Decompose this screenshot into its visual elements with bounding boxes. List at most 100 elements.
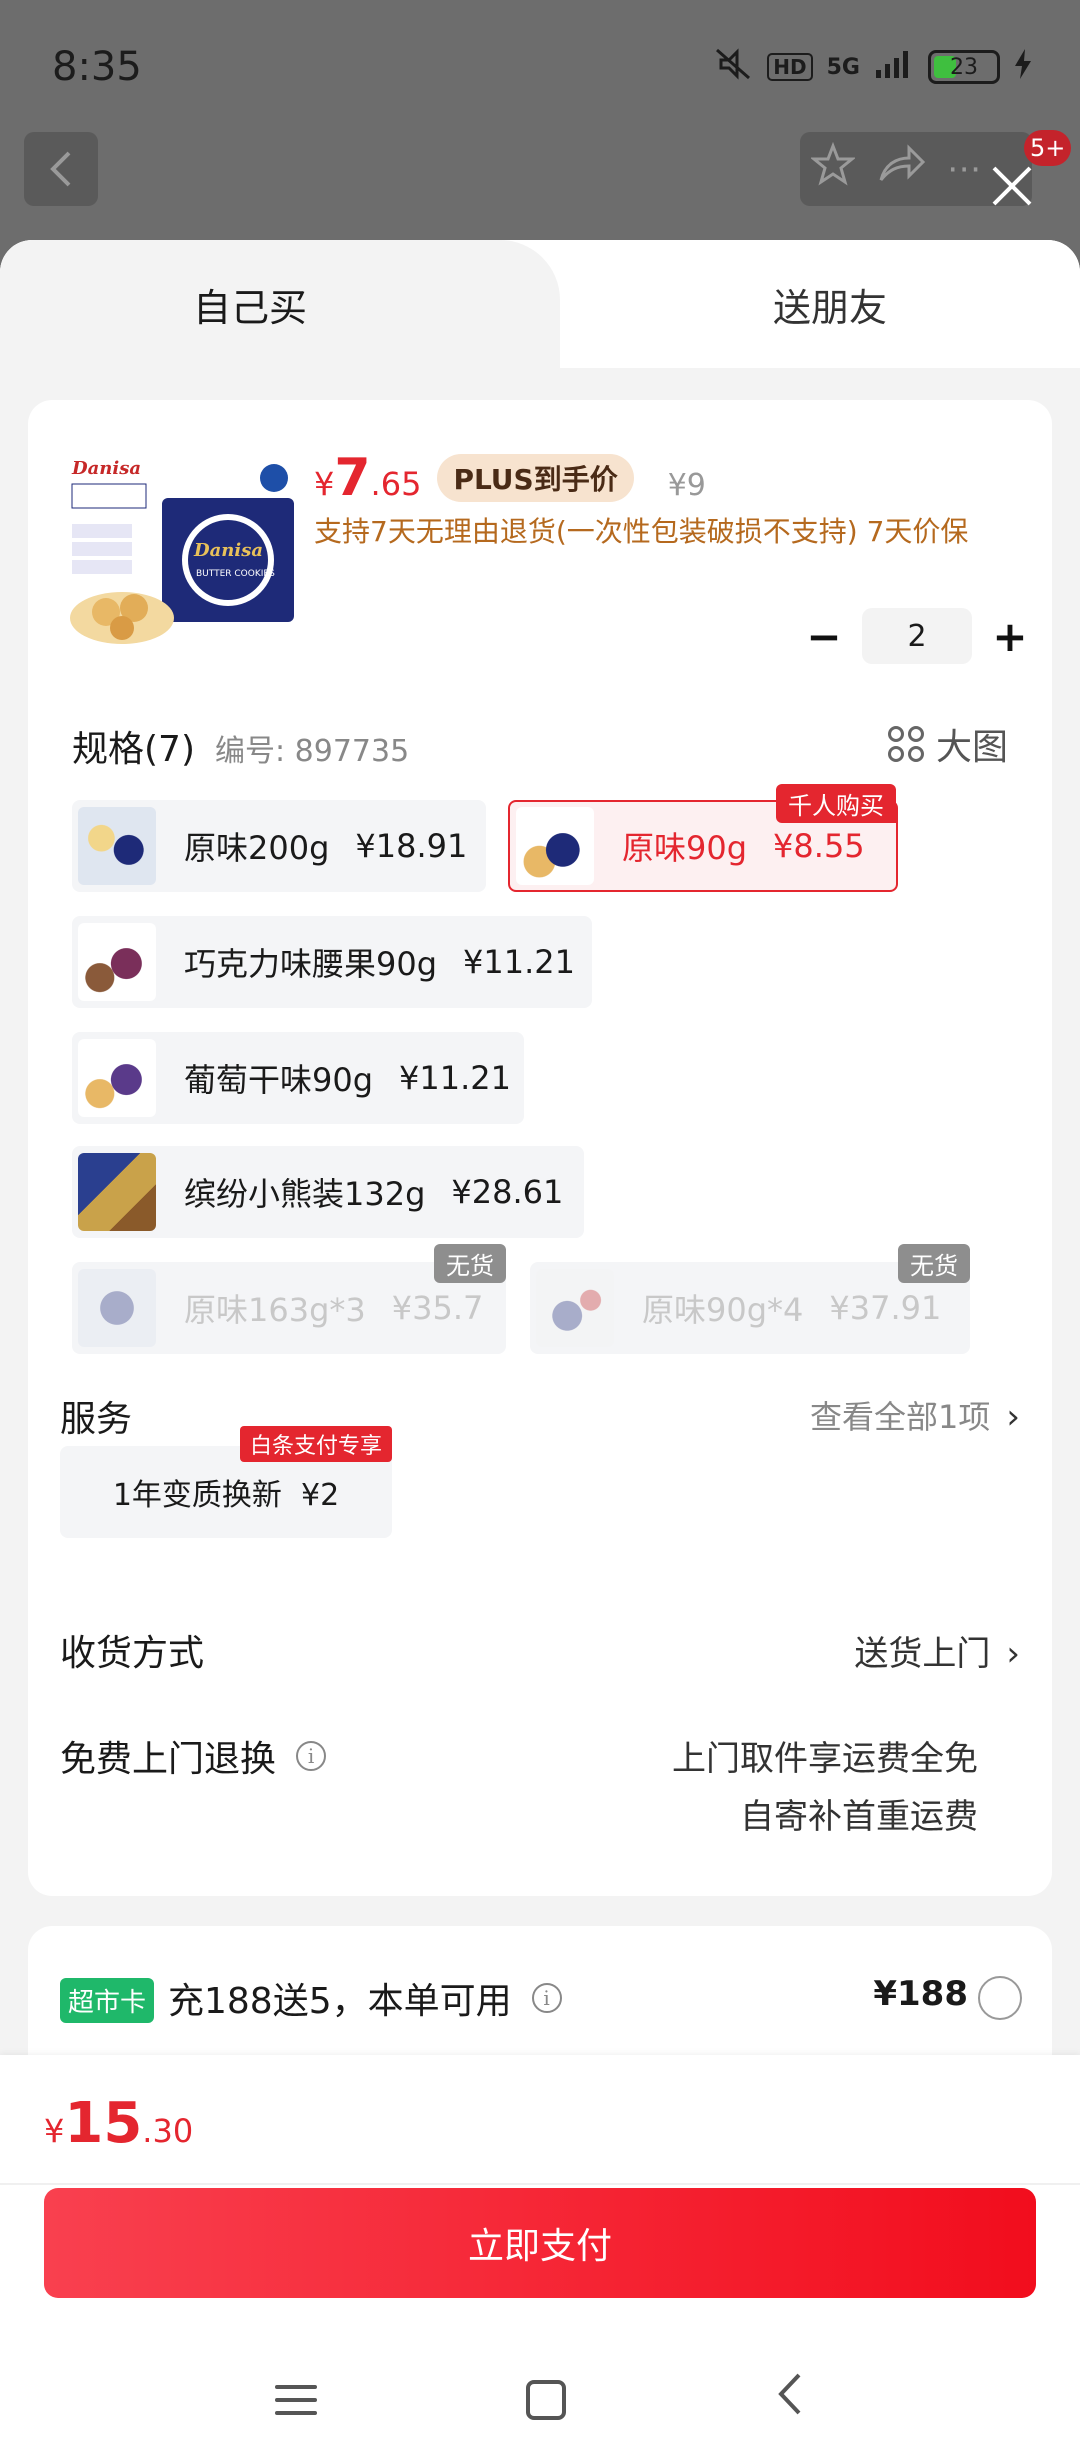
battery-icon: 23	[928, 50, 1000, 84]
decrease-button[interactable]: −	[796, 608, 852, 664]
spec-header: 规格(7) 编号: 897735	[72, 720, 409, 772]
svg-text:BUTTER COOKIES: BUTTER COOKIES	[196, 569, 275, 579]
supermarket-price: ¥188	[873, 1974, 968, 2014]
big-picture-button[interactable]: 大图	[887, 718, 1008, 770]
info-icon[interactable]: i	[296, 1741, 327, 1771]
plus-price: ¥7.65	[314, 448, 422, 508]
back-icon[interactable]	[775, 2371, 805, 2429]
spec-thumbnail	[78, 807, 156, 885]
spec-option-price: ¥35.7	[391, 1289, 484, 1327]
spec-option-selected[interactable]: 千人购买 原味90g ¥8.55	[508, 784, 898, 892]
back-button[interactable]	[24, 132, 98, 206]
divider	[0, 2183, 1080, 2185]
spec-thumbnail	[78, 1269, 156, 1347]
original-price: ¥9	[667, 468, 706, 503]
status-bar: 8:35 HD 5G 23	[0, 0, 1080, 120]
supermarket-offer-text: 充188送5，本单可用	[168, 1981, 512, 2022]
spec-option-price: ¥11.21	[463, 943, 576, 981]
tab-self-buy[interactable]: 自己买	[0, 240, 560, 368]
return-policy[interactable]: 支持7天无理由退货(一次性包装破损不支持) 7天价保	[314, 510, 968, 550]
system-nav-bar	[0, 2340, 1080, 2460]
star-icon[interactable]	[809, 141, 857, 196]
supermarket-card: 超市卡 充188送5，本单可用 i ¥188	[28, 1926, 1052, 2066]
spec-title: 规格(7)	[72, 729, 195, 770]
spec-option-price: ¥28.61	[451, 1173, 564, 1211]
quantity-stepper: − 2 +	[796, 608, 1038, 664]
close-icon[interactable]	[990, 158, 1034, 218]
spec-option[interactable]: 原味200g ¥18.91	[72, 800, 486, 892]
quantity-value[interactable]: 2	[862, 608, 972, 664]
menu-icon[interactable]	[274, 2385, 317, 2415]
price-row: ¥7.65 PLUS到手价 ¥9	[314, 448, 706, 508]
hd-icon: HD	[767, 53, 813, 81]
service-option[interactable]: 白条支付专享 1年变质换新 ¥2	[60, 1426, 392, 1538]
tab-gift[interactable]: 送朋友	[540, 240, 1080, 368]
spec-option-name: 葡萄干味90g	[184, 1061, 374, 1099]
delivery-value: 送货上门	[854, 1634, 991, 1674]
spec-thumbnail	[78, 1039, 156, 1117]
share-icon[interactable]	[877, 144, 926, 194]
spec-option-name: 巧克力味腰果90g	[184, 945, 438, 983]
svg-text:Danisa: Danisa	[193, 540, 263, 561]
grid-icon	[887, 726, 924, 762]
out-of-stock-tag: 无货	[898, 1244, 970, 1283]
more-icon[interactable]: ⋯	[947, 149, 981, 189]
spec-option-name: 原味90g	[622, 829, 748, 867]
spec-option-name: 原味163g*3	[184, 1291, 366, 1329]
spec-option[interactable]: 巧克力味腰果90g ¥11.21	[72, 916, 592, 1008]
spec-option-disabled: 无货 原味90g*4 ¥37.91	[530, 1244, 970, 1354]
product-image: Danisa Danisa BUTTER COOKIES	[66, 448, 302, 656]
spec-thumbnail	[78, 1153, 156, 1231]
spec-option-name: 原味90g*4	[642, 1291, 804, 1329]
chevron-right-icon: ›	[1006, 1397, 1020, 1437]
view-all-label: 查看全部1项	[810, 1398, 991, 1436]
supermarket-offer: 充188送5，本单可用 i	[168, 1972, 562, 2024]
spec-code: 编号: 897735	[215, 734, 410, 769]
spec-thumbnail	[536, 1269, 614, 1347]
home-icon[interactable]	[525, 2380, 566, 2420]
increase-button[interactable]: +	[982, 608, 1038, 664]
service-title: 服务	[60, 1399, 133, 1440]
spec-option-name: 缤纷小熊装132g	[184, 1175, 426, 1213]
big-picture-label: 大图	[935, 727, 1008, 768]
free-return-label: 免费上门退换	[60, 1739, 277, 1780]
status-icons: HD 5G 23	[713, 46, 1032, 88]
chevron-right-icon: ›	[1006, 1634, 1020, 1674]
spec-option[interactable]: 葡萄干味90g ¥11.21	[72, 1032, 524, 1124]
supermarket-tag: 超市卡	[60, 1978, 155, 2023]
free-return-line2: 自寄补首重运费	[740, 1797, 978, 1837]
spec-option-name: 原味200g	[184, 829, 330, 867]
popular-tag: 千人购买	[776, 784, 896, 823]
spec-option-price: ¥11.21	[399, 1059, 512, 1097]
supermarket-radio[interactable]	[978, 1976, 1022, 2020]
service-option-label: 1年变质换新 ¥2	[112, 1478, 340, 1513]
network-label: 5G	[826, 54, 860, 80]
spec-option-price: ¥8.55	[773, 827, 865, 865]
out-of-stock-tag: 无货	[434, 1244, 506, 1283]
service-view-all[interactable]: 查看全部1项 ›	[810, 1392, 1020, 1438]
delivery-selector[interactable]: 送货上门 ›	[854, 1626, 1020, 1675]
info-icon[interactable]: i	[531, 1983, 562, 2013]
total-price: ¥15.30	[44, 2091, 194, 2156]
signal-icon	[874, 48, 914, 86]
spec-option[interactable]: 缤纷小熊装132g ¥28.61	[72, 1146, 584, 1238]
charging-icon	[1014, 49, 1032, 85]
free-return-detail: 上门取件享运费全免 自寄补首重运费	[672, 1730, 978, 1846]
chevron-left-icon	[50, 151, 71, 187]
status-time: 8:35	[52, 44, 142, 90]
delivery-title: 收货方式	[60, 1633, 205, 1674]
free-return-line1: 上门取件享运费全免	[672, 1739, 978, 1779]
spec-option-price: ¥37.91	[829, 1289, 942, 1327]
spec-thumbnail	[78, 923, 156, 1001]
spec-option-price: ¥18.91	[355, 827, 468, 865]
tab-bar: 送朋友 自己买	[0, 240, 1080, 368]
spec-thumbnail	[516, 807, 594, 885]
mute-icon	[713, 46, 753, 88]
free-return-title: 免费上门退换 i	[60, 1730, 327, 1782]
spec-option-disabled: 无货 原味163g*3 ¥35.7	[72, 1244, 506, 1354]
service-tag: 白条支付专享	[239, 1426, 392, 1462]
product-card: Danisa Danisa BUTTER COOKIES ¥7.65 PLUS到…	[28, 400, 1052, 1896]
pay-now-button[interactable]: 立即支付	[44, 2188, 1036, 2298]
svg-text:Danisa: Danisa	[71, 458, 141, 479]
plus-badge: PLUS到手价	[437, 454, 634, 502]
